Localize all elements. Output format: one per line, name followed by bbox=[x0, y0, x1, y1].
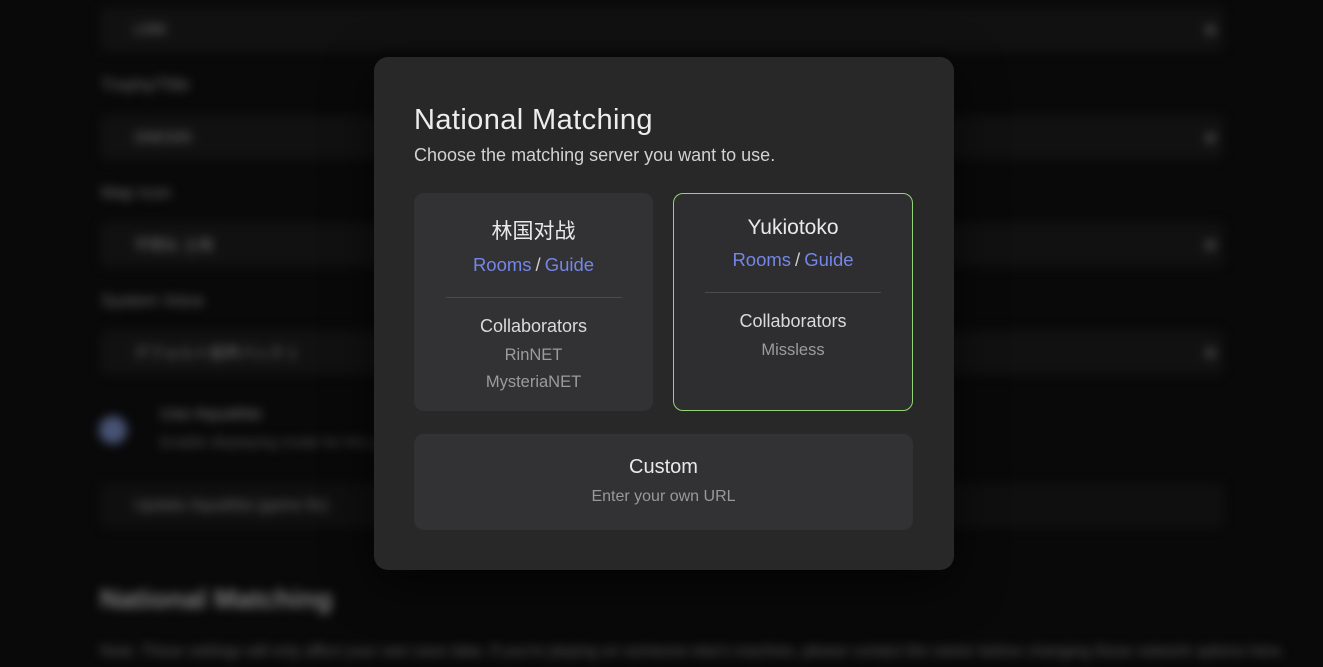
server-name: 林国对战 bbox=[414, 215, 653, 245]
custom-server-card[interactable]: Custom Enter your own URL bbox=[414, 434, 913, 530]
server-links: Rooms/Guide bbox=[414, 254, 653, 276]
national-matching-dialog: National Matching Choose the matching se… bbox=[374, 57, 954, 570]
divider bbox=[446, 297, 622, 298]
server-card-linguodzhan[interactable]: 林国对战 Rooms/Guide Collaborators RinNET My… bbox=[414, 193, 653, 411]
link-separator: / bbox=[532, 254, 545, 275]
collaborators-list: Missless bbox=[674, 337, 912, 364]
link-separator: / bbox=[791, 249, 804, 270]
guide-link[interactable]: Guide bbox=[545, 254, 594, 275]
server-name: Yukiotoko bbox=[674, 216, 912, 240]
guide-link[interactable]: Guide bbox=[804, 249, 853, 270]
collaborator-item: MysteriaNET bbox=[414, 369, 653, 396]
divider bbox=[705, 292, 881, 293]
app-window: LINK Trophy/Title SNES05 Map Icon 不明な 土地… bbox=[0, 0, 1323, 667]
custom-card-title: Custom bbox=[414, 456, 913, 479]
collaborator-item: Missless bbox=[674, 337, 912, 364]
collaborator-item: RinNET bbox=[414, 342, 653, 369]
rooms-link[interactable]: Rooms bbox=[732, 249, 791, 270]
custom-card-subtitle: Enter your own URL bbox=[414, 488, 913, 506]
dialog-title: National Matching bbox=[414, 104, 653, 137]
collaborators-label: Collaborators bbox=[414, 316, 653, 337]
dialog-subtitle: Choose the matching server you want to u… bbox=[414, 145, 775, 166]
collaborators-list: RinNET MysteriaNET bbox=[414, 342, 653, 396]
server-links: Rooms/Guide bbox=[674, 249, 912, 271]
rooms-link[interactable]: Rooms bbox=[473, 254, 532, 275]
server-card-yukiotoko[interactable]: Yukiotoko Rooms/Guide Collaborators Miss… bbox=[673, 193, 913, 411]
collaborators-label: Collaborators bbox=[674, 311, 912, 332]
